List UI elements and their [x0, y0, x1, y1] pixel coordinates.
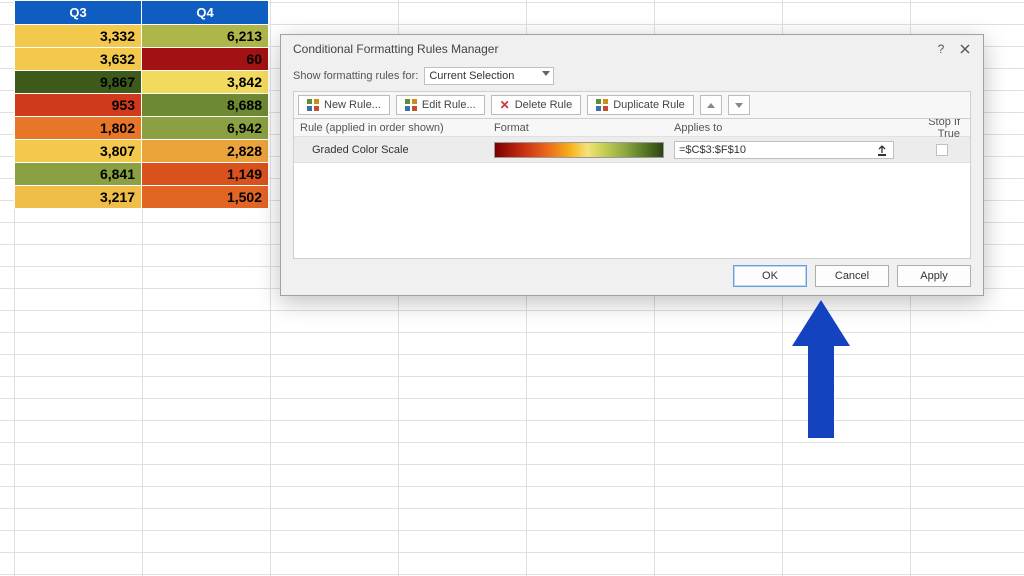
cell[interactable]: 3,632: [15, 48, 142, 71]
rules-toolbar: New Rule... Edit Rule... ✕ Delete Rule D…: [293, 91, 971, 119]
dialog-title: Conditional Formatting Rules Manager: [293, 42, 927, 56]
cancel-button[interactable]: Cancel: [815, 265, 889, 287]
callout-arrow: [798, 300, 844, 438]
col-header-applies: Applies to: [674, 122, 914, 134]
ok-button[interactable]: OK: [733, 265, 807, 287]
edit-rule-icon: [405, 99, 417, 111]
col-header-rule: Rule (applied in order shown): [294, 122, 494, 134]
scope-value: Current Selection: [429, 70, 514, 82]
cell[interactable]: 6,213: [142, 25, 269, 48]
table-row: 3,8072,828: [15, 140, 269, 163]
cell[interactable]: 9,867: [15, 71, 142, 94]
chevron-down-icon: [542, 71, 550, 76]
scope-label: Show formatting rules for:: [293, 70, 418, 82]
rule-name: Graded Color Scale: [294, 144, 494, 156]
chevron-up-icon: [707, 103, 715, 108]
cell[interactable]: 6,841: [15, 163, 142, 186]
table-row: 6,8411,149: [15, 163, 269, 186]
new-rule-label: New Rule...: [324, 99, 381, 111]
delete-icon: ✕: [500, 98, 510, 112]
cell[interactable]: 1,149: [142, 163, 269, 186]
rule-row[interactable]: Graded Color Scale =$C$3:$F$10: [294, 137, 970, 163]
delete-rule-label: Delete Rule: [515, 99, 572, 111]
format-preview: [494, 142, 664, 158]
scope-dropdown[interactable]: Current Selection: [424, 67, 554, 85]
help-button[interactable]: ?: [931, 39, 951, 59]
cell[interactable]: 3,842: [142, 71, 269, 94]
move-down-button[interactable]: [728, 95, 750, 115]
duplicate-rule-button[interactable]: Duplicate Rule: [587, 95, 694, 115]
table-row: 3,3326,213: [15, 25, 269, 48]
cell[interactable]: 3,217: [15, 186, 142, 209]
close-icon: [960, 44, 970, 54]
move-up-button[interactable]: [700, 95, 722, 115]
cell[interactable]: 3,332: [15, 25, 142, 48]
table-row: 9538,688: [15, 94, 269, 117]
table-row: 9,8673,842: [15, 71, 269, 94]
cf-rules-manager-dialog: Conditional Formatting Rules Manager ? S…: [280, 34, 984, 296]
rules-list: Rule (applied in order shown) Format App…: [293, 119, 971, 259]
col-header-q3[interactable]: Q3: [15, 1, 142, 25]
cell[interactable]: 953: [15, 94, 142, 117]
cell[interactable]: 8,688: [142, 94, 269, 117]
col-header-q4[interactable]: Q4: [142, 1, 269, 25]
new-rule-icon: [307, 99, 319, 111]
apply-button[interactable]: Apply: [897, 265, 971, 287]
new-rule-button[interactable]: New Rule...: [298, 95, 390, 115]
range-picker-icon: [876, 145, 888, 157]
stop-if-true-checkbox[interactable]: [936, 144, 948, 156]
cell[interactable]: 1,502: [142, 186, 269, 209]
dialog-titlebar[interactable]: Conditional Formatting Rules Manager ?: [281, 35, 983, 63]
cell[interactable]: 6,942: [142, 117, 269, 140]
table-row: 1,8026,942: [15, 117, 269, 140]
col-header-format: Format: [494, 122, 674, 134]
range-picker-button[interactable]: [875, 143, 889, 157]
cell[interactable]: 2,828: [142, 140, 269, 163]
delete-rule-button[interactable]: ✕ Delete Rule: [491, 95, 582, 115]
applies-to-input[interactable]: =$C$3:$F$10: [674, 141, 894, 159]
edit-rule-button[interactable]: Edit Rule...: [396, 95, 485, 115]
duplicate-rule-label: Duplicate Rule: [613, 99, 685, 111]
duplicate-rule-icon: [596, 99, 608, 111]
cell[interactable]: 3,807: [15, 140, 142, 163]
edit-rule-label: Edit Rule...: [422, 99, 476, 111]
col-header-stop: Stop If True: [914, 119, 970, 140]
table-row: 3,63260: [15, 48, 269, 71]
table-row: 3,2171,502: [15, 186, 269, 209]
applies-to-value: =$C$3:$F$10: [679, 144, 875, 156]
cell[interactable]: 1,802: [15, 117, 142, 140]
close-button[interactable]: [955, 39, 975, 59]
data-table: Q3 Q4 3,3326,2133,632609,8673,8429538,68…: [14, 0, 269, 209]
cell[interactable]: 60: [142, 48, 269, 71]
chevron-down-icon: [735, 103, 743, 108]
